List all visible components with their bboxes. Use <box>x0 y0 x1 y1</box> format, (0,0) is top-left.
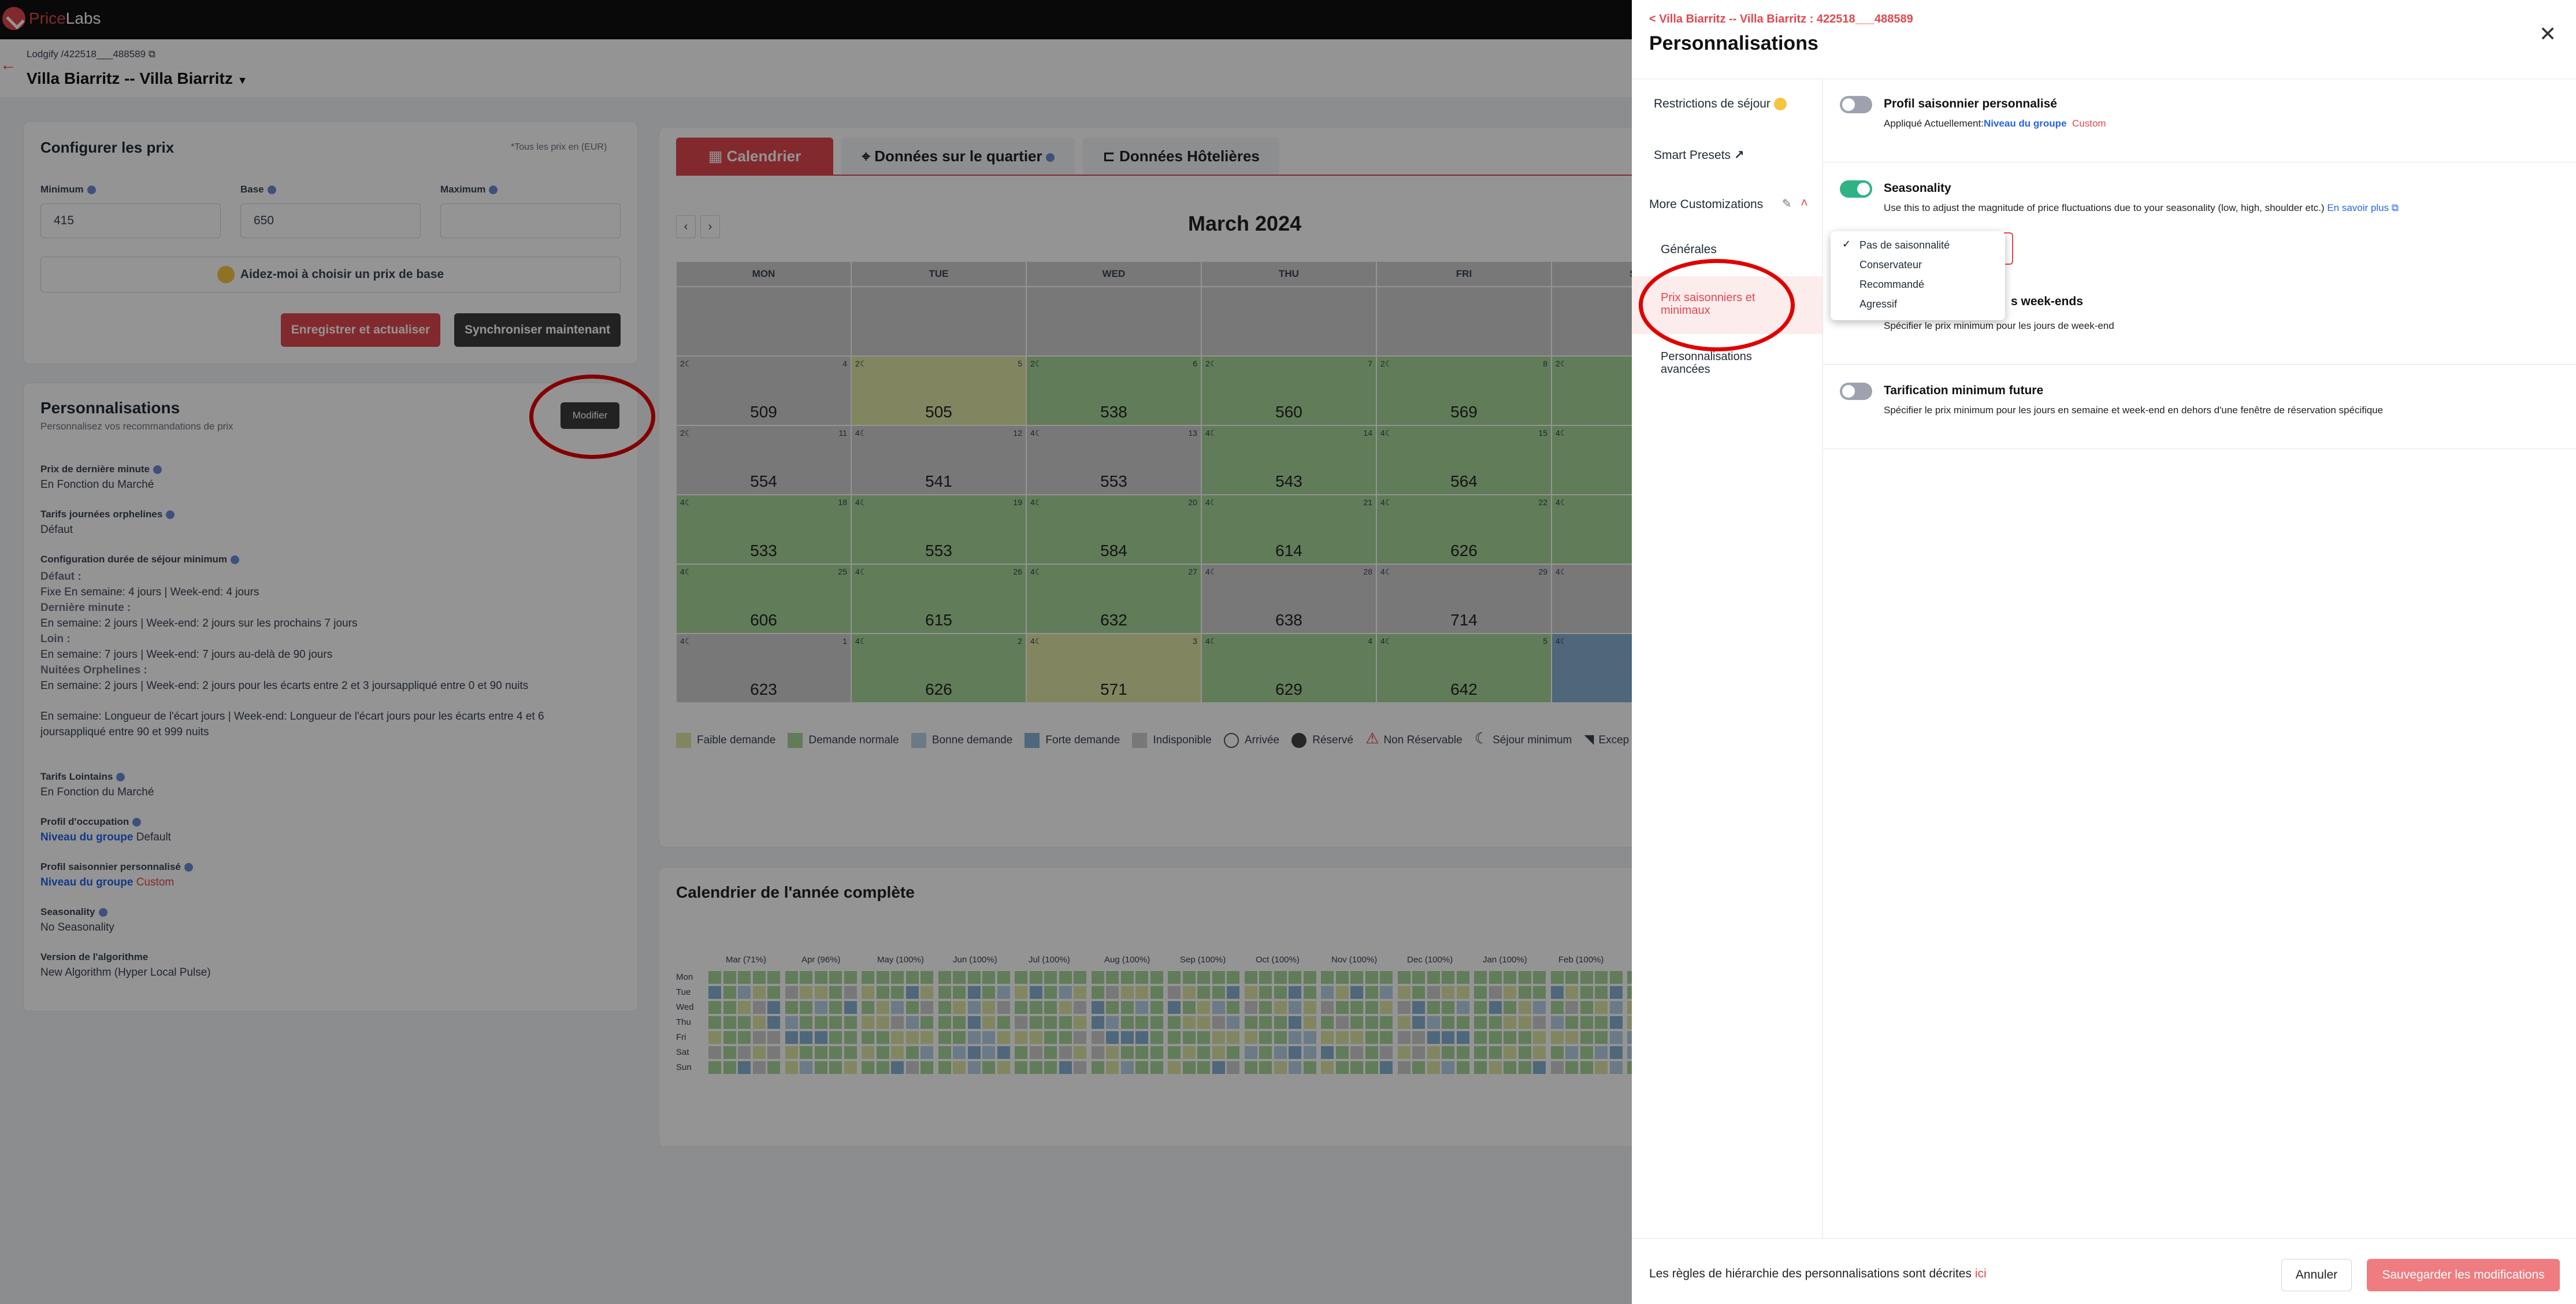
save-changes-button[interactable]: Sauvegarder les modifications <box>2367 1259 2560 1291</box>
modal-backdrop[interactable] <box>0 0 1632 1304</box>
cancel-button[interactable]: Annuler <box>2281 1259 2352 1291</box>
season-profile-title: Profil saisonnier personnalisé <box>1884 97 2057 110</box>
toggle-knob <box>1842 385 1855 398</box>
option-conservative[interactable]: Conservateur <box>1859 259 1922 271</box>
seasonality-dropdown: ✓ Pas de saisonnalité Conservateur Recom… <box>1831 231 2005 320</box>
nav-advanced[interactable]: Personnalisations avancées <box>1661 350 1794 376</box>
toggle-knob <box>1842 98 1855 111</box>
option-no-seasonality[interactable]: Pas de saisonnalité <box>1859 239 1950 251</box>
section-divider <box>1822 364 2576 365</box>
chevron-up-icon[interactable]: ˄ <box>1801 195 1808 210</box>
highlight-circle-seasonal <box>1639 259 1795 351</box>
nav-stay-restrictions[interactable]: Restrictions de séjour <box>1654 97 1787 111</box>
trend-up-icon: ↗ <box>1734 149 1744 162</box>
future-min-description: Spécifier le prix minimum pour les jours… <box>1884 405 2384 416</box>
customizations-drawer: < Villa Biarritz -- Villa Biarritz : 422… <box>1632 0 2576 1304</box>
footer-divider <box>1632 1238 2576 1239</box>
checkmark-icon: ✓ <box>1842 238 1851 250</box>
future-min-toggle[interactable] <box>1840 383 1872 400</box>
seasonality-title: Seasonality <box>1884 181 1951 195</box>
weekend-min-description: Spécifier le prix minimum pour les jours… <box>1884 320 2114 331</box>
coin-icon <box>1773 98 1787 111</box>
option-aggressive[interactable]: Agressif <box>1859 298 1897 310</box>
seasonality-description: Use this to adjust the magnitude of pric… <box>1884 202 2399 213</box>
nav-smart-presets[interactable]: Smart Presets ↗ <box>1654 148 1744 162</box>
future-min-title: Tarification minimum future <box>1884 384 2044 397</box>
season-profile-toggle[interactable] <box>1840 96 1872 113</box>
season-profile-applied: Appliqué Actuellement:Niveau du groupe C… <box>1884 118 2106 129</box>
nav-more-customizations[interactable]: More Customizations <box>1649 198 1763 212</box>
toggle-knob <box>1857 183 1870 195</box>
close-icon[interactable]: ✕ <box>2539 22 2556 46</box>
footer-hierarchy-text: Les règles de hiérarchie des personnalis… <box>1649 1267 1987 1280</box>
seasonality-toggle[interactable] <box>1840 180 1872 198</box>
drawer-title: Personnalisations <box>1649 32 1818 54</box>
option-recommended[interactable]: Recommandé <box>1859 279 1924 291</box>
external-link-icon[interactable]: ⧉ <box>2392 202 2399 213</box>
pin-icon[interactable]: ✎ <box>1782 197 1792 211</box>
drawer-breadcrumb[interactable]: < Villa Biarritz -- Villa Biarritz : 422… <box>1649 13 1913 26</box>
drawer-nav-divider <box>1822 79 1823 1239</box>
nav-general[interactable]: Générales <box>1661 243 1717 257</box>
